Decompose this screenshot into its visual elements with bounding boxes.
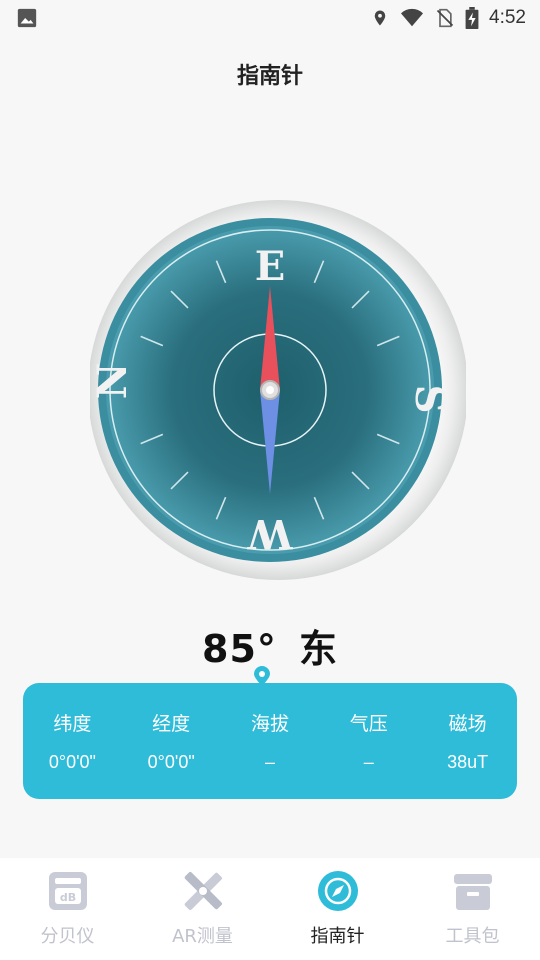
ruler-tools-icon <box>182 870 224 912</box>
location-icon <box>371 7 389 29</box>
compass-icon <box>317 870 359 912</box>
compass-label-right: S <box>406 385 453 414</box>
info-latitude: 纬度 0°0'0" <box>24 709 120 773</box>
heading-direction: 东 <box>298 627 338 671</box>
heading-degrees: 85° <box>202 627 277 671</box>
nav-item-decibel[interactable]: dB 分贝仪 <box>0 858 135 960</box>
page-title: 指南针 <box>236 64 303 89</box>
info-pressure: 气压 – <box>321 709 417 773</box>
info-value: 38uT <box>447 752 489 772</box>
nav-item-compass[interactable]: 指南针 <box>270 858 405 960</box>
compass-label-left: N <box>90 363 136 400</box>
toolbox-icon <box>452 870 494 912</box>
nav-label: 分贝仪 <box>40 926 95 947</box>
info-label: 气压 <box>349 713 388 735</box>
decibel-icon: dB <box>47 870 89 912</box>
info-longitude: 经度 0°0'0" <box>123 709 219 773</box>
status-bar: 4:52 <box>0 0 540 36</box>
status-right: 4:52 <box>371 7 526 29</box>
nav-label: AR测量 <box>172 926 233 947</box>
info-altitude: 海拔 – <box>222 709 318 773</box>
status-left <box>16 7 38 29</box>
wifi-icon <box>399 7 425 29</box>
image-icon <box>16 7 38 29</box>
battery-charging-icon <box>465 7 479 29</box>
no-sim-icon <box>435 7 455 29</box>
info-magnetic: 磁场 38uT <box>420 709 516 773</box>
svg-text:dB: dB <box>59 891 75 904</box>
nav-label: 指南针 <box>310 926 365 947</box>
info-label: 海拔 <box>250 713 289 735</box>
nav-item-toolbox[interactable]: 工具包 <box>405 858 540 960</box>
nav-label: 工具包 <box>445 926 500 947</box>
status-time: 4:52 <box>489 7 526 28</box>
info-label: 磁场 <box>448 713 487 735</box>
compass-label-top: E <box>255 243 286 290</box>
info-label: 纬度 <box>53 713 92 735</box>
info-value: 0°0'0" <box>48 752 96 772</box>
info-value: – <box>264 752 275 772</box>
needle-pivot-center <box>266 386 274 394</box>
heading-readout: 85° 东 <box>0 618 540 673</box>
nav-item-ar-measure[interactable]: AR测量 <box>135 858 270 960</box>
compass-dial: E W N S <box>90 194 466 586</box>
sensor-info-card: 纬度 0°0'0" 经度 0°0'0" 海拔 – 气压 – 磁场 38uT <box>23 683 517 799</box>
info-value: 0°0'0" <box>147 752 195 772</box>
info-label: 经度 <box>152 713 191 735</box>
info-value: – <box>363 752 374 772</box>
bottom-nav: dB 分贝仪 AR测量 指南针 工具包 <box>0 858 540 960</box>
compass-label-bottom: W <box>246 510 293 557</box>
